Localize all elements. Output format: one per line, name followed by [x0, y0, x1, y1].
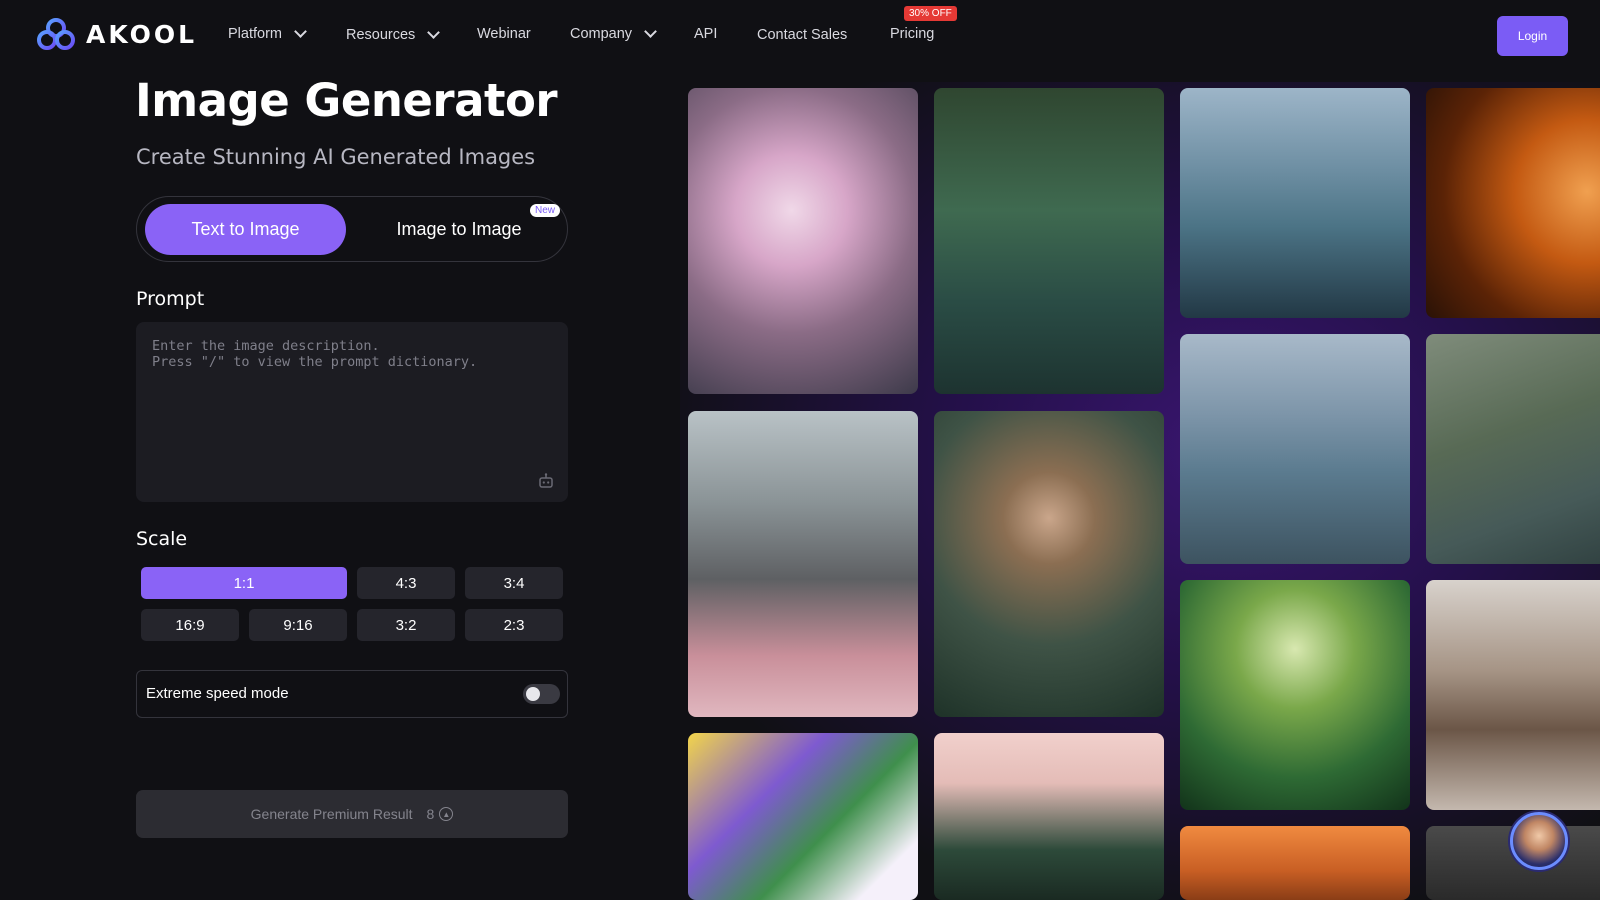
generate-button[interactable]: Generate Premium Result 8 ▲	[136, 790, 568, 838]
nav-webinar[interactable]: Webinar	[477, 26, 531, 42]
nav-company-label: Company	[570, 26, 633, 42]
nav-platform-label: Platform	[228, 26, 282, 42]
nav-contact-sales-label: Contact Sales	[757, 27, 848, 43]
scale-option-3-2[interactable]: 3:2	[357, 609, 455, 641]
scale-option-1-1[interactable]: 1:1	[141, 567, 347, 599]
chevron-down-icon	[294, 25, 307, 38]
brand-name: AKOOL	[86, 19, 198, 49]
akool-logo-icon	[37, 18, 75, 50]
gallery-image-perfume-mountain-lake[interactable]	[1180, 334, 1410, 564]
gallery-image-flower-conservatory[interactable]	[688, 411, 918, 717]
chevron-down-icon	[644, 25, 657, 38]
toggle-knob	[526, 687, 540, 701]
extreme-speed-mode-row: Extreme speed mode	[136, 670, 568, 718]
new-badge: New	[530, 204, 561, 217]
credit-coin-icon: ▲	[439, 807, 454, 821]
gallery-image-cat-plant[interactable]	[934, 733, 1164, 900]
nav-resources-label: Resources	[346, 27, 416, 43]
gallery-image-woman-green-dress[interactable]	[934, 411, 1164, 717]
robot-icon[interactable]	[537, 472, 555, 490]
scale-option-9-16[interactable]: 9:16	[249, 609, 347, 641]
prompt-label: Prompt	[136, 288, 205, 310]
nav-resources[interactable]: Resources	[346, 26, 441, 43]
extreme-speed-mode-toggle[interactable]	[523, 684, 560, 704]
nav-contact-sales[interactable]: Contact Sales	[757, 27, 847, 43]
credit-cost-value: 8	[426, 806, 435, 822]
scale-option-16-9[interactable]: 16:9	[141, 609, 239, 641]
gallery-image-modern-bedroom[interactable]	[1426, 580, 1600, 810]
support-chat-avatar[interactable]	[1510, 812, 1568, 870]
nav-platform[interactable]: Platform	[228, 25, 307, 42]
gallery-image-orange-drink[interactable]	[1180, 826, 1410, 900]
prompt-input[interactable]	[152, 338, 552, 478]
text-to-image-tab[interactable]: Text to Image	[145, 204, 346, 255]
scale-option-2-3[interactable]: 2:3	[465, 609, 563, 641]
nav-api[interactable]: API	[694, 26, 717, 42]
page-subtitle: Create Stunning AI Generated Images	[136, 145, 536, 169]
gallery-image-perfume-lake[interactable]	[1180, 88, 1410, 318]
scale-label: Scale	[136, 528, 188, 550]
gallery-image-glowing-flowers[interactable]	[688, 88, 918, 394]
scale-option-3-4[interactable]: 3:4	[465, 567, 563, 599]
gallery-image-iris-illustration[interactable]	[688, 733, 918, 900]
login-button[interactable]: Login	[1497, 16, 1568, 56]
brand-logo[interactable]: AKOOL	[36, 17, 197, 51]
gallery-image-canyon-river-boat[interactable]	[1426, 334, 1600, 564]
chevron-down-icon	[427, 26, 441, 39]
generation-mode-switch: Text to Image Image to Image New	[136, 196, 568, 262]
gallery-image-woman-in-water[interactable]	[934, 88, 1164, 394]
gallery-image-girl-fire-portrait[interactable]	[1426, 88, 1600, 318]
generate-button-label: Generate Premium Result	[250, 806, 413, 822]
scale-option-4-3[interactable]: 4:3	[357, 567, 455, 599]
page-title: Image Generator	[135, 74, 558, 127]
discount-badge: 30% OFF	[904, 6, 957, 21]
nav-api-label: API	[694, 26, 718, 42]
nav-webinar-label: Webinar	[477, 26, 531, 42]
nav-pricing[interactable]: Pricing	[890, 26, 934, 42]
top-navigation: AKOOL Platform Resources Webinar Company…	[0, 0, 1600, 70]
credit-cost: 8 ▲	[427, 806, 454, 822]
prompt-box	[136, 322, 568, 502]
gallery-image-jungle-waterfall[interactable]	[1180, 580, 1410, 810]
nav-company[interactable]: Company	[570, 25, 657, 42]
nav-pricing-label: Pricing	[890, 26, 935, 42]
image-to-image-tab[interactable]: Image to Image	[359, 204, 559, 255]
extreme-speed-mode-label: Extreme speed mode	[146, 685, 289, 702]
